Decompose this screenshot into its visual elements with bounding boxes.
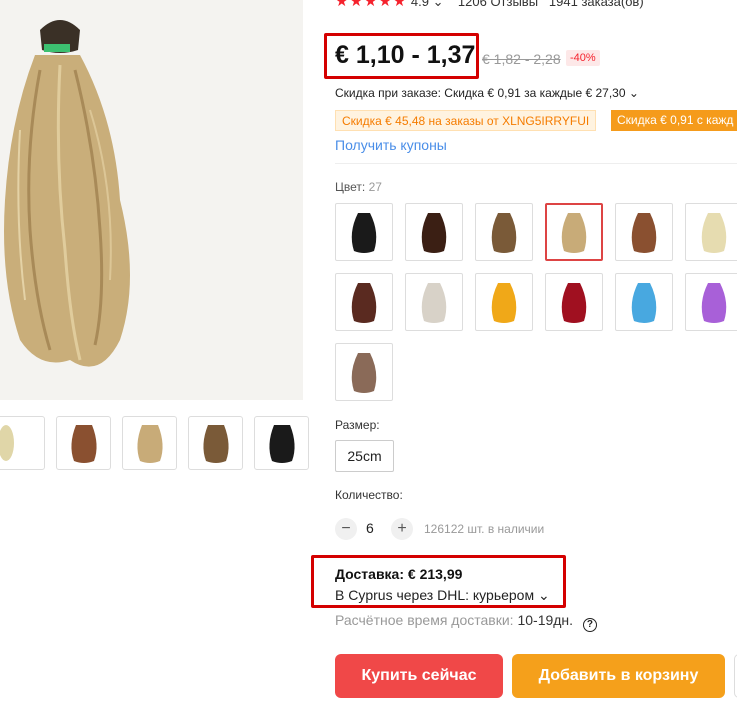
color-swatch[interactable] [545,203,603,261]
main-product-image[interactable] [0,0,303,400]
current-price: € 1,10 - 1,37 [335,41,476,69]
shipping-method[interactable]: В Cyprus через DHL: курьером ⌄ [335,587,550,604]
delivery-estimate: Расчётное время доставки: 10-19дн. ? [335,612,597,632]
color-swatch[interactable] [335,203,393,261]
discount-badge: -40% [566,50,600,66]
size-label: Размер: [335,418,380,432]
get-coupons-link[interactable]: Получить купоны [335,137,447,153]
reviews-count[interactable]: 1206 Отзывы [458,0,538,9]
thumbnail-item[interactable] [188,416,243,470]
eta-value: 10-19дн. [517,612,574,628]
thumbnail-item[interactable] [0,416,45,470]
rating-stars-icon: ★★★★★ [335,0,408,10]
thumbnail-strip [0,416,309,470]
color-swatch[interactable] [405,203,463,261]
coupon-tag[interactable]: Скидка € 45,48 на заказы от XLNG5IRRYFUI [335,110,597,131]
color-swatch[interactable] [475,203,533,261]
color-count: 27 [368,180,382,194]
rating-score[interactable]: 4.9 [411,0,429,9]
add-to-cart-button[interactable]: Добавить в корзину [512,654,725,698]
chevron-down-icon: ⌄ [628,86,639,100]
order-discount-text: Скидка при заказе: Скидка € 0,91 за кажд… [335,86,626,100]
thumbnail-item[interactable] [56,416,111,470]
color-swatch[interactable] [475,273,533,331]
orders-count: 1941 заказа(ов) [548,0,644,9]
color-swatch[interactable] [685,203,737,261]
order-discount[interactable]: Скидка при заказе: Скидка € 0,91 за кажд… [335,86,639,100]
coupon-tag-secondary[interactable]: Скидка € 0,91 с кажд [611,110,737,131]
divider [335,163,737,164]
quantity-label: Количество: [335,488,403,502]
quantity-value[interactable]: 6 [366,520,374,536]
color-swatch[interactable] [685,273,737,331]
color-swatch[interactable] [335,273,393,331]
shipping-method-text: В Cyprus через DHL: курьером [335,587,535,603]
thumbnail-item[interactable] [254,416,309,470]
old-price: € 1,82 - 2,28 [482,51,561,67]
rating-row: ★★★★★ 4.9 ⌄ 1206 Отзывы 1941 заказа(ов) [335,0,644,10]
stock-info: 126122 шт. в наличии [424,522,545,536]
help-icon[interactable]: ? [582,618,597,632]
shipping-cost: Доставка: € 213,99 [335,566,463,582]
buy-now-button[interactable]: Купить сейчас [335,654,503,698]
quantity-decrease-button[interactable]: − [335,518,357,540]
color-swatch[interactable] [615,203,673,261]
color-swatch[interactable] [615,273,673,331]
hair-image [0,0,303,400]
color-swatch[interactable] [335,343,393,401]
color-swatch[interactable] [545,273,603,331]
size-option[interactable]: 25cm [335,440,394,472]
color-label-text: Цвет: [335,180,366,194]
quantity-increase-button[interactable]: + [391,518,413,540]
chevron-down-icon: ⌄ [537,587,550,603]
color-swatch[interactable] [405,273,463,331]
thumbnail-item[interactable] [122,416,177,470]
eta-label: Расчётное время доставки: [335,612,514,628]
color-label: Цвет: 27 [335,180,382,194]
